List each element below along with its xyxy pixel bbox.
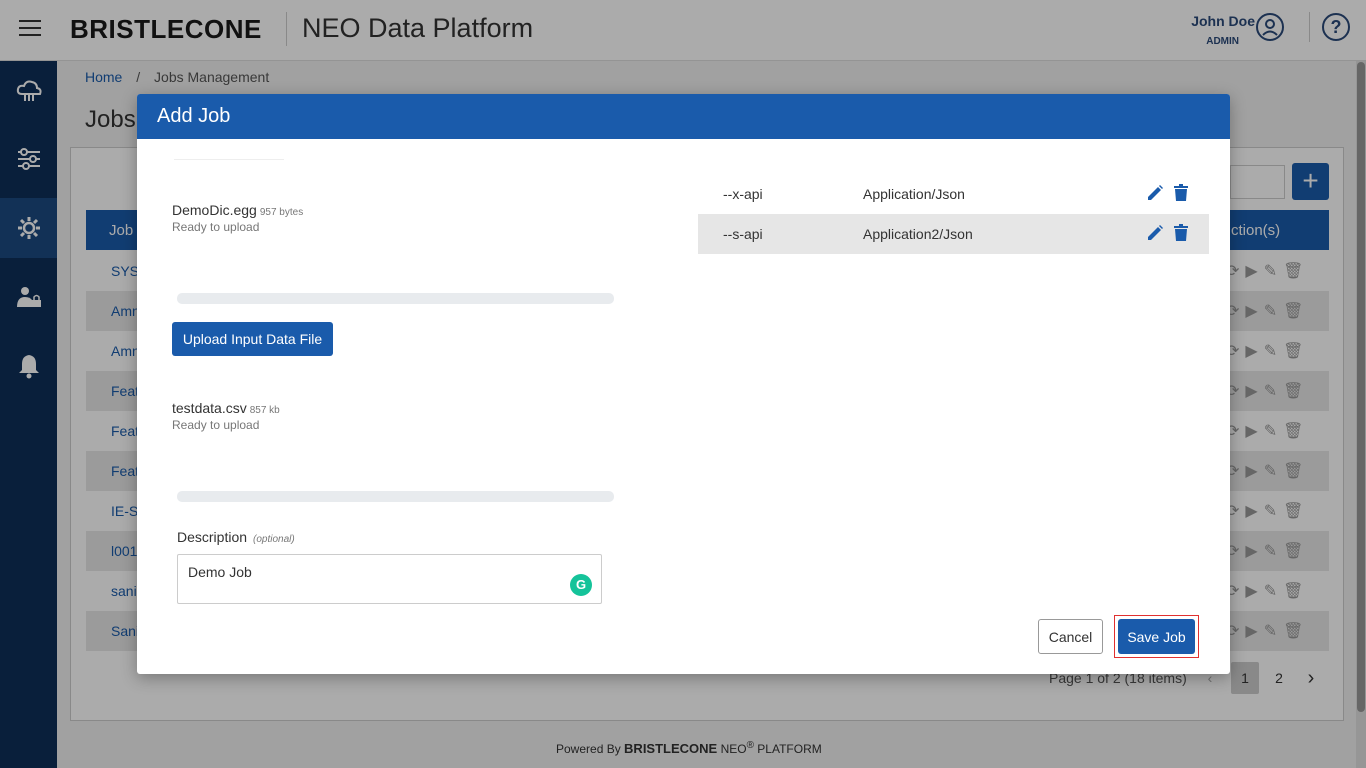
trash-icon[interactable]	[1173, 184, 1189, 202]
file-item: DemoDic.egg 957 bytes	[172, 202, 303, 218]
param-key: --x-api	[723, 186, 763, 202]
file-name: DemoDic.egg	[172, 202, 257, 218]
description-label-text: Description	[177, 529, 248, 545]
cancel-button[interactable]: Cancel	[1038, 619, 1103, 654]
param-row: --s-api Application2/Json	[698, 214, 1209, 254]
upload-input-data-button[interactable]: Upload Input Data File	[172, 322, 333, 356]
file-item: testdata.csv 857 kb	[172, 400, 280, 416]
file-status: Ready to upload	[172, 418, 260, 432]
file-size: 957 bytes	[259, 207, 304, 218]
upload-progress-bar	[177, 293, 614, 304]
upload-progress-bar	[177, 491, 614, 502]
edit-icon[interactable]	[1146, 224, 1164, 242]
modal-title: Add Job	[157, 105, 231, 127]
description-input[interactable]: Demo Job G	[177, 554, 602, 604]
description-value: Demo Job	[188, 564, 252, 580]
file-name: testdata.csv	[172, 400, 247, 416]
param-key: --s-api	[723, 226, 763, 242]
file-status: Ready to upload	[172, 220, 260, 234]
grammarly-icon[interactable]: G	[570, 574, 592, 596]
description-optional: (optional)	[253, 534, 295, 545]
modal-header: Add Job	[137, 94, 1230, 139]
add-job-modal: Add Job DemoDic.egg 957 bytes Ready to up…	[137, 94, 1230, 674]
save-job-button[interactable]: Save Job	[1118, 619, 1195, 654]
trash-icon[interactable]	[1173, 224, 1189, 242]
param-value: Application/Json	[863, 186, 965, 202]
param-row: --x-api Application/Json	[698, 174, 1209, 214]
file-size: 857 kb	[249, 405, 280, 416]
divider	[174, 159, 284, 160]
param-value: Application2/Json	[863, 226, 973, 242]
description-label: Description (optional)	[177, 529, 295, 545]
edit-icon[interactable]	[1146, 184, 1164, 202]
